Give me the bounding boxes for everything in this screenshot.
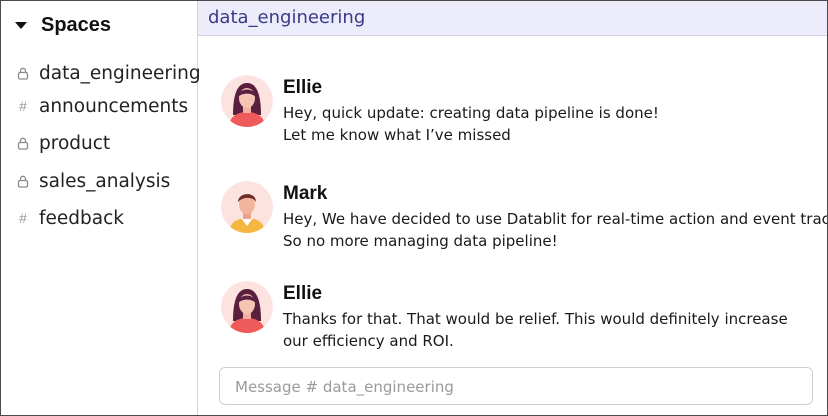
sidebar-item-feedback[interactable]: # feedback xyxy=(15,206,124,230)
sidebar-item-announcements[interactable]: # announcements xyxy=(15,94,188,118)
sidebar-item-sales-analysis[interactable]: sales_analysis xyxy=(15,169,170,193)
hash-icon: # xyxy=(19,210,27,226)
message-item: Ellie Thanks for that. That would be rel… xyxy=(221,281,788,352)
hash-icon: # xyxy=(19,98,27,114)
sidebar-item-label: announcements xyxy=(39,95,189,117)
channel-title: data_engineering xyxy=(208,7,366,28)
sidebar-item-label: product xyxy=(39,132,111,154)
sidebar-item-label: feedback xyxy=(39,207,124,229)
message-composer xyxy=(219,367,813,406)
sidebar-item-label: data_engineering xyxy=(39,62,201,84)
spaces-toggle[interactable]: Spaces xyxy=(15,14,111,37)
message-text: Let me know what I’ve missed xyxy=(283,126,511,144)
message-author: Mark xyxy=(283,183,328,204)
app-window: Spaces data_engineering # announcements … xyxy=(0,0,828,416)
lock-icon xyxy=(15,65,31,81)
message-text: Thanks for that. That would be relief. T… xyxy=(283,310,788,328)
message-author: Ellie xyxy=(283,77,323,98)
female-avatar xyxy=(221,281,273,333)
caret-down-icon[interactable] xyxy=(15,22,27,29)
message-author: Ellie xyxy=(283,283,323,304)
channel-header: data_engineering xyxy=(198,1,827,36)
message-text: Hey, quick update: creating data pipelin… xyxy=(283,104,659,122)
message-text: our efficiency and ROI. xyxy=(283,332,454,350)
message-text: Hey, We have decided to use Datablit for… xyxy=(283,210,828,228)
message-text: So no more managing data pipeline! xyxy=(283,232,558,250)
female-avatar xyxy=(221,75,273,127)
lock-icon xyxy=(15,135,31,151)
message-input[interactable] xyxy=(233,368,797,406)
sidebar: Spaces data_engineering # announcements … xyxy=(1,1,201,415)
message-item: Mark Hey, We have decided to use Databli… xyxy=(221,181,828,252)
male-avatar xyxy=(221,181,273,233)
sidebar-item-data-engineering[interactable]: data_engineering xyxy=(15,61,201,85)
sidebar-item-label: sales_analysis xyxy=(39,170,171,192)
message-item: Ellie Hey, quick update: creating data p… xyxy=(221,75,659,146)
spaces-title: Spaces xyxy=(41,14,112,36)
lock-icon xyxy=(15,173,31,189)
sidebar-item-product[interactable]: product xyxy=(15,131,110,155)
